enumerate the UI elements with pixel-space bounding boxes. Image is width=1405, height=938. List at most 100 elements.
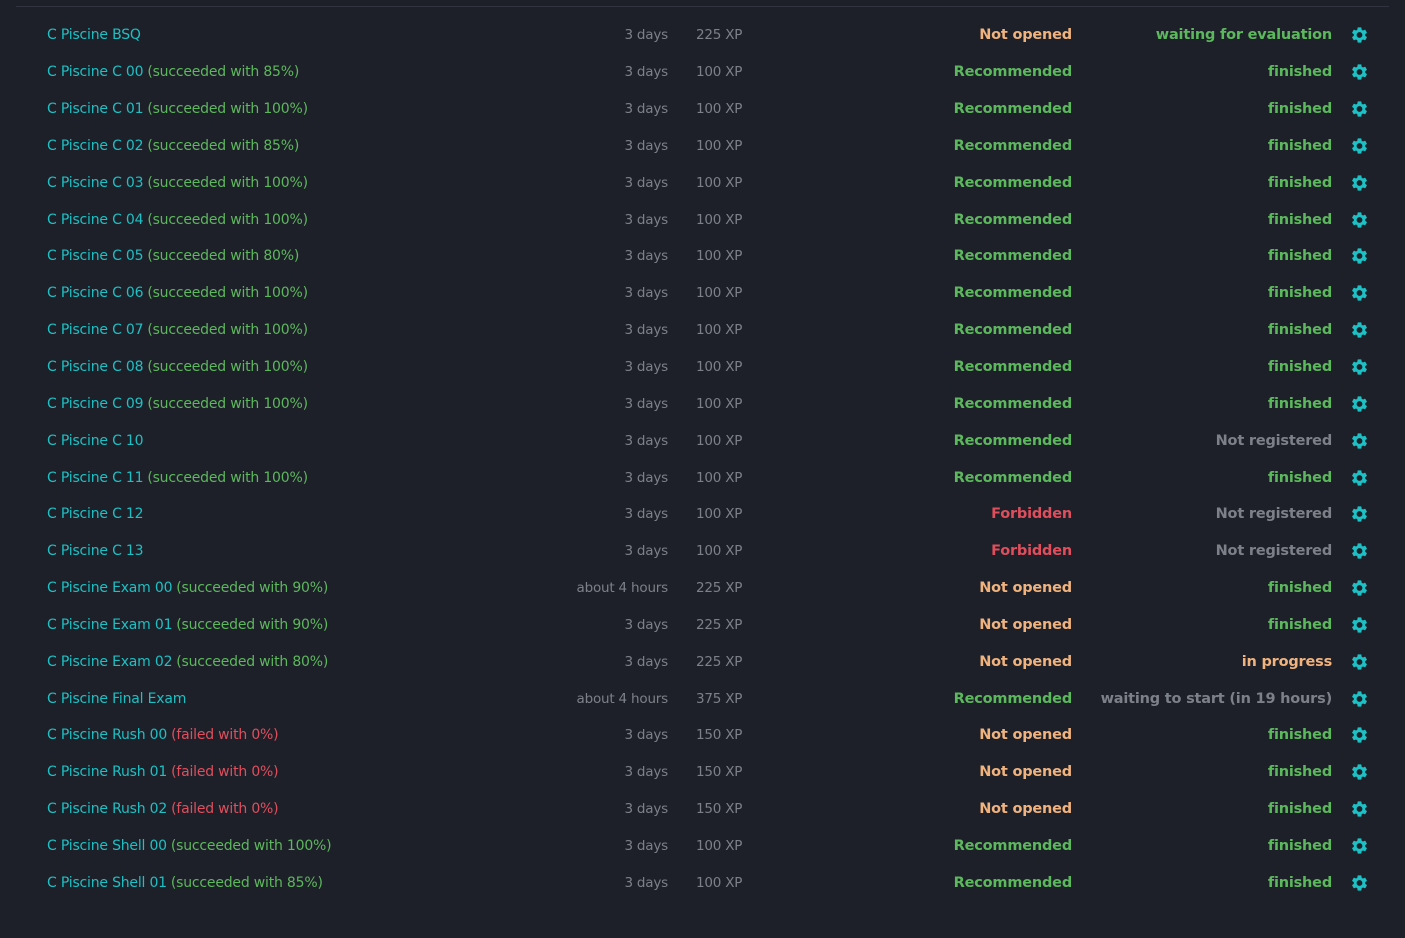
gear-icon[interactable] xyxy=(1350,63,1369,82)
project-status: finished xyxy=(1267,322,1332,339)
project-row: C Piscine C 11 (succeeded with 100%) 3 da… xyxy=(0,459,1405,496)
gear-icon[interactable] xyxy=(1350,873,1369,892)
project-result: (succeeded with 80%) xyxy=(147,248,300,265)
project-row: C Piscine C 07 (succeeded with 100%) 3 da… xyxy=(0,312,1405,349)
project-link[interactable]: C Piscine C 00 xyxy=(47,64,144,80)
project-link[interactable]: C Piscine Exam 02 xyxy=(47,654,172,670)
project-duration: 3 days xyxy=(624,359,668,376)
project-row: C Piscine C 08 (succeeded with 100%) 3 da… xyxy=(0,349,1405,386)
project-link[interactable]: C Piscine Shell 00 xyxy=(47,838,167,854)
project-link[interactable]: C Piscine C 09 xyxy=(47,396,144,412)
project-availability: Not opened xyxy=(979,616,1072,633)
gear-icon[interactable] xyxy=(1350,358,1369,377)
project-status: Not registered xyxy=(1215,543,1333,560)
top-divider xyxy=(16,6,1389,7)
project-link[interactable]: C Piscine BSQ xyxy=(47,27,141,43)
gear-icon[interactable] xyxy=(1350,689,1369,708)
gear-icon[interactable] xyxy=(1350,431,1369,450)
project-link[interactable]: C Piscine Final Exam xyxy=(47,691,186,707)
project-link[interactable]: C Piscine C 13 xyxy=(47,543,144,559)
project-status: finished xyxy=(1267,137,1332,154)
gear-icon[interactable] xyxy=(1350,136,1369,155)
project-row: C Piscine Rush 02 (failed with 0%) 3 days… xyxy=(0,791,1405,828)
project-link[interactable]: C Piscine Shell 01 xyxy=(47,875,167,891)
project-xp: 100 XP xyxy=(696,469,743,486)
gear-icon[interactable] xyxy=(1350,173,1369,192)
project-name-cell: C Piscine Exam 00 (succeeded with 90%) xyxy=(47,580,328,596)
gear-icon[interactable] xyxy=(1350,468,1369,487)
project-xp: 150 XP xyxy=(696,727,743,744)
project-link[interactable]: C Piscine C 02 xyxy=(47,138,144,154)
project-status: finished xyxy=(1267,359,1332,376)
project-list: C Piscine BSQ 3 days 225 XP Not opened w… xyxy=(0,17,1405,901)
project-link[interactable]: C Piscine Rush 01 xyxy=(47,764,167,780)
project-result: (succeeded with 100%) xyxy=(147,211,308,228)
project-availability: Recommended xyxy=(953,359,1073,376)
gear-icon[interactable] xyxy=(1350,247,1369,266)
gear-icon[interactable] xyxy=(1350,726,1369,745)
project-result: (succeeded with 90%) xyxy=(176,616,329,633)
project-link[interactable]: C Piscine C 10 xyxy=(47,433,144,449)
project-link[interactable]: C Piscine Rush 00 xyxy=(47,727,167,743)
project-name-cell: C Piscine Rush 00 (failed with 0%) xyxy=(47,727,279,743)
gear-icon[interactable] xyxy=(1350,26,1369,45)
project-link[interactable]: C Piscine C 12 xyxy=(47,506,144,522)
project-link[interactable]: C Piscine Rush 02 xyxy=(47,801,167,817)
gear-icon[interactable] xyxy=(1350,763,1369,782)
gear-icon[interactable] xyxy=(1350,652,1369,671)
project-name-cell: C Piscine Shell 00 (succeeded with 100%) xyxy=(47,838,332,854)
project-row: C Piscine Exam 02 (succeeded with 80%) 3 … xyxy=(0,643,1405,680)
project-duration: 3 days xyxy=(624,137,668,154)
project-link[interactable]: C Piscine Exam 01 xyxy=(47,617,172,633)
gear-icon[interactable] xyxy=(1350,836,1369,855)
project-xp: 150 XP xyxy=(696,801,743,818)
project-availability: Recommended xyxy=(953,137,1073,154)
project-status: waiting for evaluation xyxy=(1155,27,1332,44)
gear-icon[interactable] xyxy=(1350,542,1369,561)
project-link[interactable]: C Piscine C 11 xyxy=(47,470,144,486)
project-xp: 225 XP xyxy=(696,27,743,44)
gear-icon[interactable] xyxy=(1350,284,1369,303)
project-link[interactable]: C Piscine C 08 xyxy=(47,359,144,375)
project-name-cell: C Piscine C 09 (succeeded with 100%) xyxy=(47,396,308,412)
project-name-cell: C Piscine C 11 (succeeded with 100%) xyxy=(47,470,308,486)
gear-icon[interactable] xyxy=(1350,321,1369,340)
project-link[interactable]: C Piscine C 06 xyxy=(47,285,144,301)
gear-icon[interactable] xyxy=(1350,579,1369,598)
gear-icon[interactable] xyxy=(1350,505,1369,524)
project-availability: Recommended xyxy=(953,248,1073,265)
project-duration: 3 days xyxy=(624,64,668,81)
project-link[interactable]: C Piscine C 01 xyxy=(47,101,144,117)
project-result: (succeeded with 80%) xyxy=(176,653,329,670)
project-row: C Piscine C 13 3 days 100 XP Forbidden N… xyxy=(0,533,1405,570)
gear-icon[interactable] xyxy=(1350,800,1369,819)
project-link[interactable]: C Piscine C 05 xyxy=(47,248,144,264)
project-status: finished xyxy=(1267,837,1332,854)
project-row: C Piscine C 02 (succeeded with 85%) 3 day… xyxy=(0,128,1405,165)
project-duration: 3 days xyxy=(624,874,668,891)
gear-icon[interactable] xyxy=(1350,210,1369,229)
project-row: C Piscine Rush 00 (failed with 0%) 3 days… xyxy=(0,717,1405,754)
project-result: (succeeded with 100%) xyxy=(147,174,308,191)
project-row: C Piscine C 04 (succeeded with 100%) 3 da… xyxy=(0,201,1405,238)
project-name-cell: C Piscine Exam 01 (succeeded with 90%) xyxy=(47,617,328,633)
project-link[interactable]: C Piscine C 07 xyxy=(47,322,144,338)
project-row: C Piscine Exam 01 (succeeded with 90%) 3 … xyxy=(0,607,1405,644)
project-status: finished xyxy=(1267,174,1332,191)
project-duration: 3 days xyxy=(624,727,668,744)
project-link[interactable]: C Piscine C 04 xyxy=(47,212,144,228)
project-row: C Piscine C 03 (succeeded with 100%) 3 da… xyxy=(0,164,1405,201)
project-duration: 3 days xyxy=(624,653,668,670)
gear-icon[interactable] xyxy=(1350,100,1369,119)
project-link[interactable]: C Piscine C 03 xyxy=(47,175,144,191)
project-status: finished xyxy=(1267,101,1332,118)
project-name-cell: C Piscine C 04 (succeeded with 100%) xyxy=(47,212,308,228)
project-xp: 225 XP xyxy=(696,616,743,633)
project-xp: 150 XP xyxy=(696,764,743,781)
project-name-cell: C Piscine C 13 xyxy=(47,543,147,559)
project-duration: about 4 hours xyxy=(576,690,669,707)
gear-icon[interactable] xyxy=(1350,615,1369,634)
project-name-cell: C Piscine C 06 (succeeded with 100%) xyxy=(47,285,308,301)
project-link[interactable]: C Piscine Exam 00 xyxy=(47,580,172,596)
gear-icon[interactable] xyxy=(1350,394,1369,413)
